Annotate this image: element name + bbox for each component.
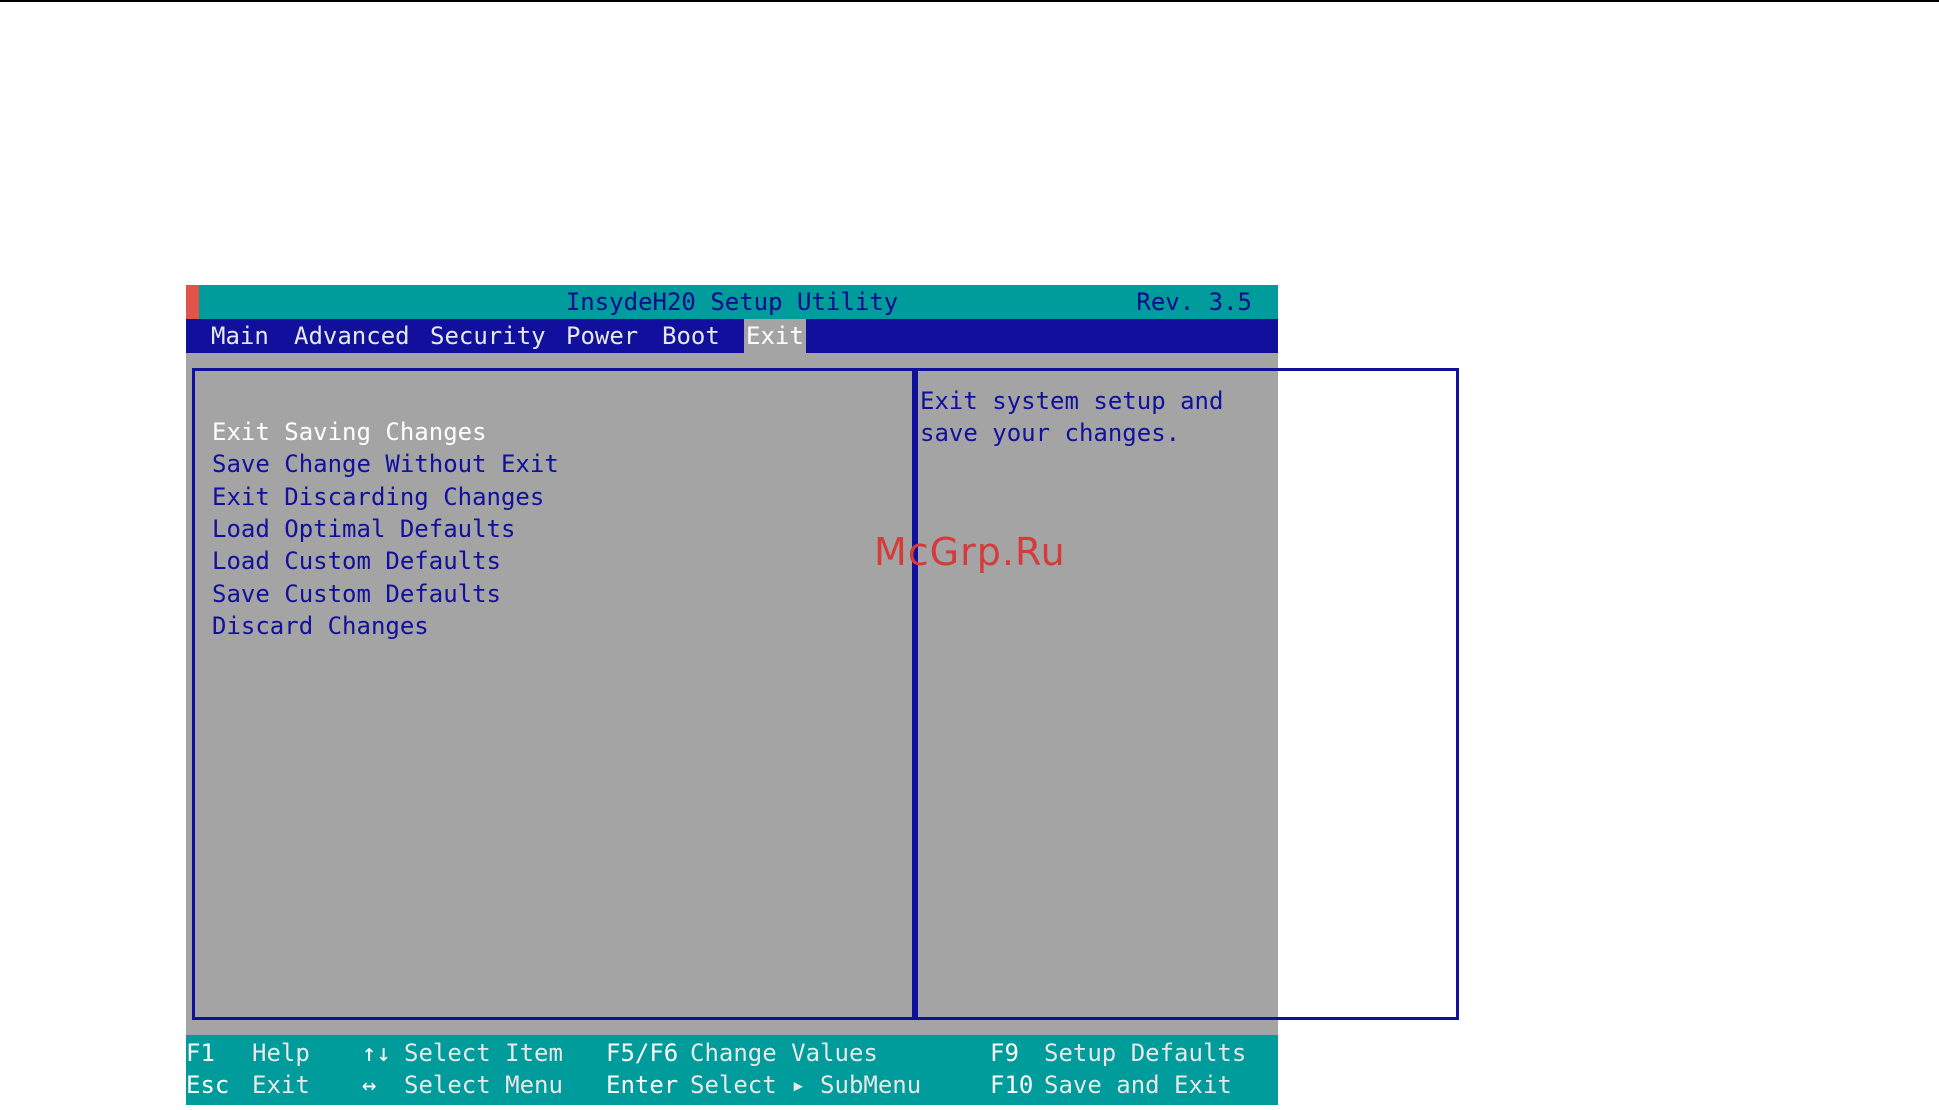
key-left-right: ↔	[362, 1071, 377, 1099]
help-panel	[915, 368, 1459, 1020]
menu-bar: Main Advanced Security Power Boot Exit	[186, 319, 1278, 353]
key-f5-f6: F5/F6	[606, 1039, 679, 1067]
help-text: Exit system setup and save your changes.	[920, 385, 1440, 449]
tab-boot[interactable]: Boot	[662, 319, 720, 353]
key-esc: Esc	[186, 1071, 230, 1099]
option-load-custom-defaults[interactable]: Load Custom Defaults	[212, 546, 501, 576]
help-line-1: Exit system setup and	[920, 387, 1224, 415]
key-f1: F1	[186, 1039, 215, 1067]
tab-security[interactable]: Security	[430, 319, 546, 353]
key-left-right-desc: Select Menu	[404, 1071, 563, 1099]
window-title: InsydeH20 Setup Utility	[565, 288, 899, 316]
tab-main[interactable]: Main	[211, 319, 269, 353]
key-f5-f6-desc: Change Values	[690, 1039, 878, 1067]
option-exit-discarding-changes[interactable]: Exit Discarding Changes	[212, 482, 544, 512]
option-save-custom-defaults[interactable]: Save Custom Defaults	[212, 579, 501, 609]
key-f1-desc: Help	[252, 1039, 310, 1067]
key-f10: F10	[990, 1071, 1034, 1099]
key-enter: Enter	[606, 1071, 679, 1099]
option-save-change-without-exit[interactable]: Save Change Without Exit	[212, 449, 559, 479]
key-f9-desc: Setup Defaults	[1044, 1039, 1247, 1067]
title-bar: InsydeH20 Setup Utility Rev. 3.5	[186, 285, 1278, 319]
watermark-logo: McGrp.Ru	[874, 530, 1066, 574]
help-line-2: save your changes.	[920, 419, 1181, 447]
key-esc-desc: Exit	[252, 1071, 310, 1099]
key-enter-desc: Select ▸ SubMenu	[690, 1071, 922, 1099]
key-f9: F9	[990, 1039, 1019, 1067]
tab-power[interactable]: Power	[566, 319, 638, 353]
option-exit-saving-changes[interactable]: Exit Saving Changes	[212, 417, 487, 447]
tab-advanced[interactable]: Advanced	[294, 319, 410, 353]
revision-label: Rev. 3.5	[1136, 288, 1252, 316]
option-discard-changes[interactable]: Discard Changes	[212, 611, 429, 641]
key-up-down: ↑↓	[362, 1039, 391, 1067]
key-legend: F1 Help ↑↓ Select Item F5/F6 Change Valu…	[186, 1035, 1278, 1105]
key-up-down-desc: Select Item	[404, 1039, 563, 1067]
key-f10-desc: Save and Exit	[1044, 1071, 1232, 1099]
option-load-optimal-defaults[interactable]: Load Optimal Defaults	[212, 514, 515, 544]
page-top-rule	[0, 0, 1939, 2]
bios-setup-screen: InsydeH20 Setup Utility Rev. 3.5 Main Ad…	[186, 285, 1459, 1105]
tab-exit[interactable]: Exit	[744, 319, 806, 353]
